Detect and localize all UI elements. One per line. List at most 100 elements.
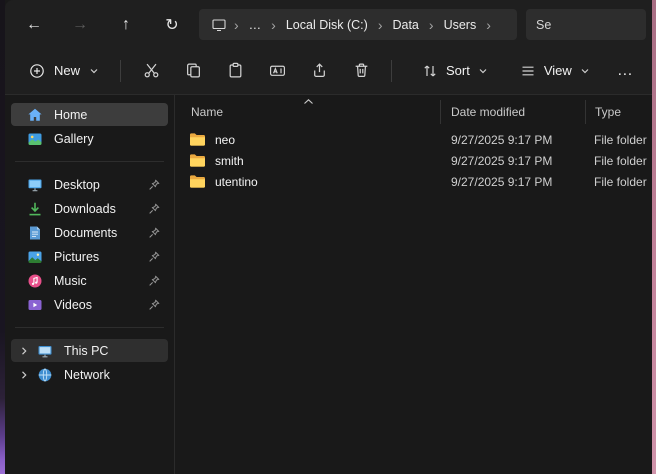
navigation-bar: ← → ↑ ↻ › … › Local Disk (C:) › Data › U… [5,0,652,47]
up-icon: ↑ [122,16,130,34]
chevron-down-icon [580,66,590,76]
share-button[interactable] [298,54,340,88]
name-cell: utentino [175,174,440,189]
toolbar-divider [391,60,392,82]
view-list-icon [520,63,536,79]
file-list-panel: Name Date modified Type [175,95,652,474]
folder-icon [189,132,206,147]
file-row-smith[interactable]: smith 9/27/2025 9:17 PM File folder [175,150,652,171]
gallery-icon [27,131,43,147]
desktop-edge-right [652,0,656,474]
this-pc-location-icon [207,17,231,33]
column-header-label: Date modified [451,105,525,119]
new-button-label: New [54,63,80,78]
breadcrumb-item-local-disk[interactable]: Local Disk (C:) [279,15,375,35]
sidebar-item-network[interactable]: Network [11,363,168,386]
date-modified-cell: 9/27/2025 9:17 PM [440,175,585,189]
sort-button-label: Sort [446,63,470,78]
refresh-icon: ↻ [165,15,178,35]
navigation-sidebar: Home Gallery [5,95,175,474]
date-modified-cell: 9/27/2025 9:17 PM [440,133,585,147]
breadcrumb-chevron[interactable]: › [268,18,279,32]
forward-button: → [61,10,99,40]
search-input[interactable]: Se [526,9,646,40]
column-header-label: Name [191,105,223,119]
sidebar-item-desktop[interactable]: Desktop [11,173,168,196]
sidebar-item-music[interactable]: Music [11,269,168,292]
sort-arrows-icon [422,63,438,79]
file-name: utentino [215,175,258,189]
network-icon [37,367,53,383]
pictures-icon [27,249,43,265]
cut-button[interactable] [130,54,172,88]
file-row-utentino[interactable]: utentino 9/27/2025 9:17 PM File folder [175,171,652,192]
up-button[interactable]: ↑ [107,10,145,40]
name-cell: neo [175,132,440,147]
chevron-right-icon[interactable] [15,366,33,384]
sidebar-item-label: Downloads [54,202,116,216]
forward-icon: → [72,16,88,34]
sidebar-item-label: Pictures [54,250,99,264]
copy-icon [185,62,202,79]
breadcrumb-chevron[interactable]: › [426,18,437,32]
address-bar[interactable]: › … › Local Disk (C:) › Data › Users › [199,9,517,40]
sidebar-item-label: Desktop [54,178,100,192]
column-headers: Name Date modified Type [175,100,652,124]
sidebar-separator [15,327,164,328]
paste-button[interactable] [214,54,256,88]
rename-icon [269,62,286,79]
ellipsis-icon: … [617,62,634,80]
sidebar-item-label: Documents [54,226,117,240]
delete-button[interactable] [340,54,382,88]
sidebar-item-pictures[interactable]: Pictures [11,245,168,268]
scissors-icon [143,62,160,79]
breadcrumb-item-users[interactable]: Users [437,15,484,35]
sidebar-item-label: Videos [54,298,92,312]
sidebar-item-documents[interactable]: Documents [11,221,168,244]
sidebar-item-downloads[interactable]: Downloads [11,197,168,220]
trash-icon [353,62,370,79]
view-button[interactable]: View [509,55,601,87]
more-options-button[interactable]: … [611,54,640,88]
refresh-button[interactable]: ↻ [153,10,191,40]
breadcrumb-chevron[interactable]: › [375,18,386,32]
sort-ascending-icon [303,98,314,106]
back-button[interactable]: ← [15,10,53,40]
file-row-neo[interactable]: neo 9/27/2025 9:17 PM File folder [175,129,652,150]
sidebar-item-gallery[interactable]: Gallery [11,127,168,150]
rename-button[interactable] [256,54,298,88]
copy-button[interactable] [172,54,214,88]
column-header-type[interactable]: Type [585,100,652,124]
file-name: neo [215,133,235,147]
breadcrumb-overflow-button[interactable]: … [242,15,269,35]
chevron-down-icon [89,66,99,76]
chevron-down-icon [478,66,488,76]
pin-icon [148,203,160,215]
sidebar-item-label: Network [64,368,110,382]
documents-icon [27,225,43,241]
pin-icon [148,227,160,239]
pin-icon [148,299,160,311]
sidebar-item-this-pc[interactable]: This PC [11,339,168,362]
command-toolbar: New [5,47,652,94]
type-cell: File folder [585,154,652,168]
videos-icon [27,297,43,313]
column-header-name[interactable]: Name [175,100,440,124]
sort-button[interactable]: Sort [411,55,499,87]
file-name: smith [215,154,244,168]
pin-icon [148,251,160,263]
folder-icon [189,153,206,168]
pin-icon [148,275,160,287]
breadcrumb-item-data[interactable]: Data [385,15,425,35]
column-header-date-modified[interactable]: Date modified [440,100,585,124]
desktop-icon [27,177,43,193]
new-button[interactable]: New [17,55,111,87]
pin-icon [148,179,160,191]
explorer-body: Home Gallery [5,94,652,474]
date-modified-cell: 9/27/2025 9:17 PM [440,154,585,168]
breadcrumb-chevron[interactable]: › [231,18,242,32]
chevron-right-icon[interactable] [15,342,33,360]
sidebar-item-videos[interactable]: Videos [11,293,168,316]
sidebar-item-home[interactable]: Home [11,103,168,126]
breadcrumb-chevron[interactable]: › [483,18,494,32]
